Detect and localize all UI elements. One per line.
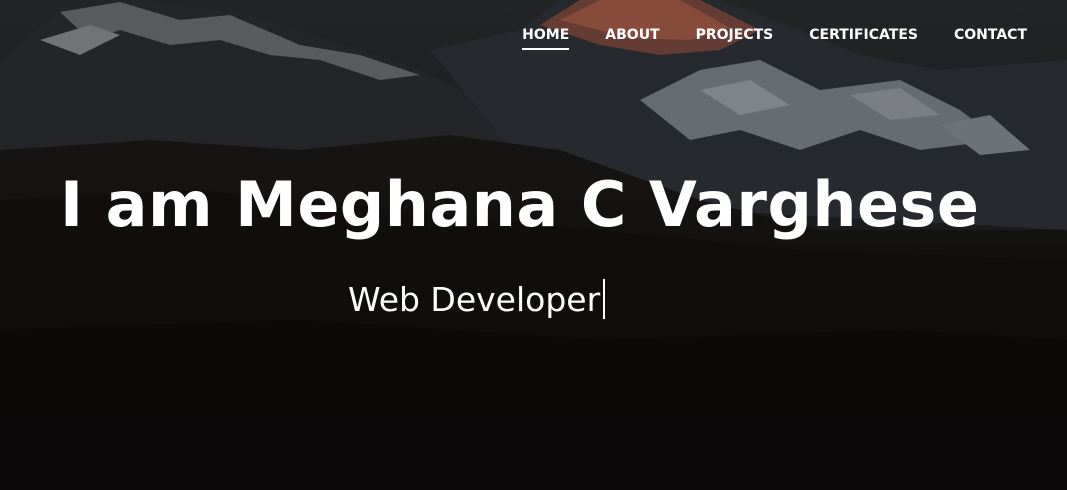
hero-subtitle: Web Developer (348, 279, 601, 319)
hero-section: HOME ABOUT PROJECTS CERTIFICATES CONTACT… (0, 0, 1067, 490)
dark-overlay (0, 0, 1067, 490)
hero-subtitle-container: Web Developer (348, 279, 606, 319)
nav-projects-link[interactable]: PROJECTS (696, 27, 774, 50)
top-navigation: HOME ABOUT PROJECTS CERTIFICATES CONTACT (522, 27, 1027, 50)
nav-contact-link[interactable]: CONTACT (954, 27, 1027, 50)
nav-home-link[interactable]: HOME (522, 27, 570, 50)
nav-about-link[interactable]: ABOUT (605, 27, 659, 50)
typing-cursor (603, 279, 606, 319)
nav-certificates-link[interactable]: CERTIFICATES (809, 27, 918, 50)
hero-title: I am Meghana C Varghese (60, 168, 980, 241)
